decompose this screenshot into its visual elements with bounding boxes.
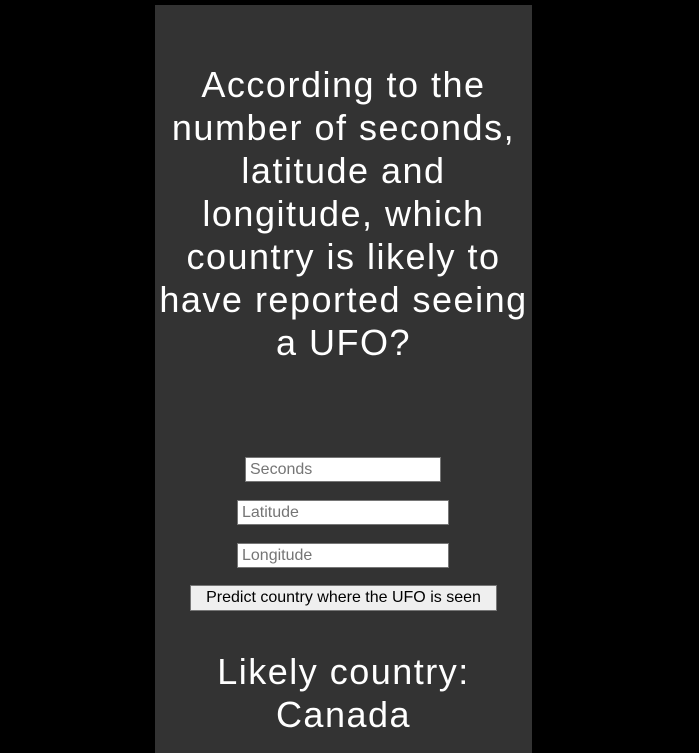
latitude-input[interactable] — [237, 500, 449, 525]
longitude-input[interactable] — [237, 543, 449, 568]
seconds-input[interactable] — [245, 457, 441, 482]
predict-button[interactable]: Predict country where the UFO is seen — [190, 585, 497, 611]
page-title: According to the number of seconds, lati… — [159, 64, 528, 363]
main-panel: According to the number of seconds, lati… — [155, 5, 532, 753]
prediction-result: Likely country: Canada — [217, 651, 470, 735]
